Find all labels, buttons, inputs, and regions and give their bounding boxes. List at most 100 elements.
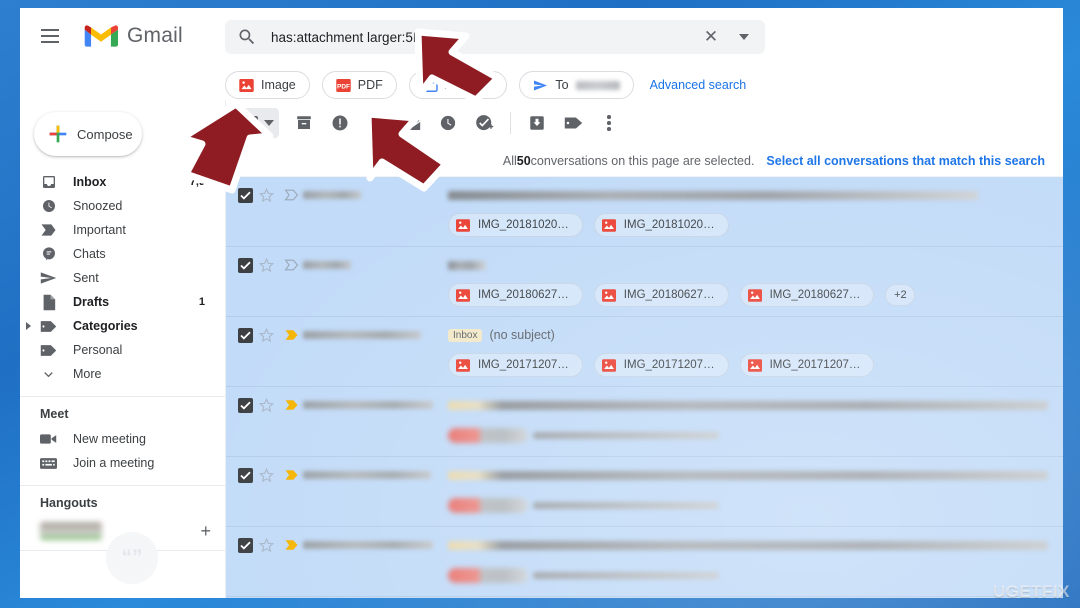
important-marker-icon[interactable] bbox=[279, 469, 303, 481]
sidebar-item-snoozed[interactable]: Snoozed bbox=[20, 194, 215, 218]
archive-button[interactable] bbox=[287, 106, 321, 140]
important-marker-icon[interactable] bbox=[279, 539, 303, 551]
star-icon[interactable] bbox=[253, 257, 279, 273]
sidebar-item-personal[interactable]: Personal bbox=[20, 338, 215, 362]
table-row[interactable] bbox=[226, 527, 1063, 597]
row-checkbox[interactable] bbox=[238, 327, 253, 343]
add-to-tasks-button[interactable] bbox=[467, 106, 501, 140]
plus-icon bbox=[49, 125, 67, 143]
attachment-row: IMG_20171207… IMG_20171207… IMG_20171207… bbox=[226, 353, 1063, 377]
sidebar-item-inbox[interactable]: Inbox 7,9 bbox=[20, 170, 215, 194]
row-checkbox[interactable] bbox=[238, 257, 253, 273]
table-row[interactable]: Inbox (no subject) IMG_20171207… IMG_201712… bbox=[226, 317, 1063, 387]
row-checkbox[interactable] bbox=[238, 537, 253, 553]
redacted-attachment-chip bbox=[448, 567, 528, 583]
report-spam-button[interactable] bbox=[323, 106, 357, 140]
selection-prefix: All bbox=[502, 154, 517, 168]
redacted-sender bbox=[303, 401, 433, 409]
label-icon bbox=[40, 318, 57, 335]
important-marker-icon[interactable] bbox=[279, 399, 303, 411]
star-icon[interactable] bbox=[253, 327, 279, 343]
chevron-down-icon[interactable] bbox=[729, 23, 759, 51]
attachment-name: IMG_20180627… bbox=[769, 289, 861, 301]
sidebar-item-sent-label: Sent bbox=[73, 271, 99, 285]
sidebar-item-join-meeting-label: Join a meeting bbox=[73, 456, 155, 470]
advanced-search-link[interactable]: Advanced search bbox=[650, 78, 747, 92]
attachment-name: IMG_20171207… bbox=[623, 359, 715, 371]
table-row[interactable]: IMG_20180627… IMG_20180627… IMG_20180627… +… bbox=[226, 247, 1063, 317]
labels-button[interactable] bbox=[556, 106, 590, 140]
attachment-chip[interactable]: IMG_20180627… bbox=[448, 283, 583, 307]
filter-chip-image[interactable]: Image bbox=[225, 71, 310, 99]
table-row[interactable]: IMG_20181020… IMG_20181020… bbox=[226, 177, 1063, 247]
chevron-down-icon[interactable] bbox=[264, 120, 274, 126]
redacted-subject bbox=[448, 190, 978, 200]
attachment-chip[interactable]: IMG_20180627… bbox=[593, 283, 729, 307]
star-icon[interactable] bbox=[253, 187, 279, 203]
select-all-checkbox[interactable] bbox=[236, 108, 279, 138]
table-row[interactable] bbox=[226, 387, 1063, 457]
attachment-row: IMG_20180627… IMG_20180627… IMG_20180627… +… bbox=[226, 283, 1063, 307]
close-icon[interactable]: ✕ bbox=[697, 23, 725, 51]
sidebar-divider-meet bbox=[20, 396, 225, 397]
row-checkbox[interactable] bbox=[238, 187, 253, 203]
search-input[interactable]: has:attachment larger:5M bbox=[271, 30, 697, 45]
redacted-sender bbox=[303, 331, 421, 339]
attachment-chip[interactable]: IMG_20180627… bbox=[739, 283, 875, 307]
snooze-button[interactable] bbox=[431, 106, 465, 140]
sidebar-item-inbox-label: Inbox bbox=[73, 175, 107, 189]
filter-chip-any-time[interactable]: Any time bbox=[408, 71, 508, 99]
sidebar-item-more[interactable]: More bbox=[20, 362, 215, 386]
filter-chip-pdf[interactable]: PDF PDF bbox=[321, 71, 397, 99]
avatar-placeholder: “” bbox=[106, 532, 158, 584]
add-hangout-icon[interactable]: + bbox=[200, 522, 211, 540]
more-options-button[interactable] bbox=[592, 106, 626, 140]
subject-cell bbox=[448, 400, 1063, 410]
attachment-name: IMG_20181020… bbox=[623, 219, 715, 231]
compose-button[interactable]: Compose bbox=[34, 112, 142, 156]
sidebar-item-chats[interactable]: Chats bbox=[20, 242, 215, 266]
delete-button[interactable] bbox=[359, 106, 393, 140]
sidebar-item-important-label: Important bbox=[73, 223, 126, 237]
attachment-more-count[interactable]: +2 bbox=[885, 284, 916, 306]
attachment-chip[interactable]: IMG_20181020… bbox=[593, 213, 729, 237]
attachment-name: IMG_20181020… bbox=[478, 219, 569, 231]
message-list: IMG_20181020… IMG_20181020… IMG_20180627… I… bbox=[226, 176, 1063, 598]
redacted-sender bbox=[303, 261, 351, 269]
select-all-matching-link[interactable]: Select all conversations that match this… bbox=[766, 154, 1045, 168]
redacted-sender bbox=[303, 471, 431, 479]
sidebar-item-sent[interactable]: Sent bbox=[20, 266, 215, 290]
redacted-attachment-text bbox=[533, 431, 719, 439]
chevron-right-icon[interactable] bbox=[26, 322, 31, 330]
sidebar-item-join-meeting[interactable]: Join a meeting bbox=[20, 451, 215, 475]
star-icon[interactable] bbox=[253, 467, 279, 483]
row-checkbox[interactable] bbox=[238, 397, 253, 413]
move-to-button[interactable] bbox=[520, 106, 554, 140]
table-row[interactable] bbox=[226, 457, 1063, 527]
important-marker-icon[interactable] bbox=[279, 189, 303, 201]
image-file-icon bbox=[239, 78, 254, 92]
attachment-chip[interactable]: IMG_20171207… bbox=[448, 353, 583, 377]
star-icon[interactable] bbox=[253, 537, 279, 553]
hamburger-icon[interactable] bbox=[30, 16, 70, 56]
attachment-chip[interactable]: IMG_20171207… bbox=[739, 353, 875, 377]
search-bar[interactable]: has:attachment larger:5M ✕ bbox=[225, 20, 765, 54]
filter-chip-image-label: Image bbox=[261, 78, 296, 92]
subject-cell bbox=[448, 190, 1063, 200]
important-marker-icon[interactable] bbox=[279, 329, 303, 341]
table-row[interactable]: (no subject)IMG_20170619…IMG_20170619… bbox=[226, 597, 1063, 598]
sidebar-item-categories[interactable]: Categories bbox=[20, 314, 215, 338]
sidebar-item-new-meeting[interactable]: New meeting bbox=[20, 427, 215, 451]
selection-count: 50 bbox=[516, 154, 531, 168]
redacted-sender bbox=[303, 191, 361, 199]
attachment-chip[interactable]: IMG_20181020… bbox=[448, 213, 583, 237]
mark-as-read-button[interactable] bbox=[395, 106, 429, 140]
subject-text: (no subject) bbox=[489, 328, 555, 342]
row-checkbox[interactable] bbox=[238, 467, 253, 483]
filter-chip-to[interactable]: To bbox=[519, 71, 634, 99]
star-icon[interactable] bbox=[253, 397, 279, 413]
sidebar-item-drafts[interactable]: Drafts 1 bbox=[20, 290, 215, 314]
important-marker-icon[interactable] bbox=[279, 259, 303, 271]
attachment-chip[interactable]: IMG_20171207… bbox=[593, 353, 729, 377]
sidebar-item-important[interactable]: Important bbox=[20, 218, 215, 242]
